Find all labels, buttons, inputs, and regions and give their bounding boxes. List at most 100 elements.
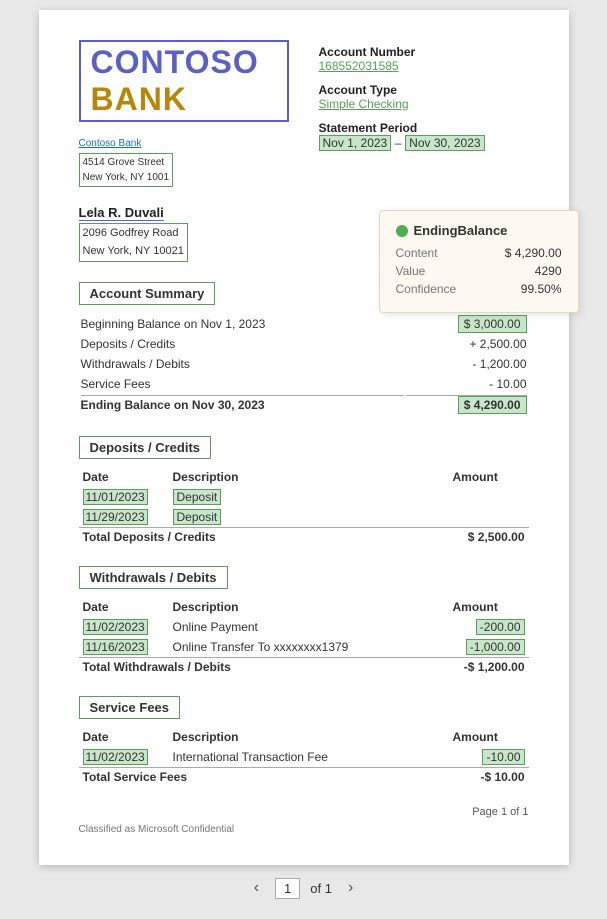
- bank-name-link[interactable]: Contoso Bank: [79, 138, 142, 149]
- table-row: 11/02/2023 Online Payment -200.00: [79, 617, 529, 637]
- summary-label: Service Fees: [81, 375, 405, 393]
- row-desc: Online Payment: [169, 617, 449, 637]
- period-end: Nov 30, 2023: [405, 135, 484, 151]
- account-type-block: Account Type Simple Checking: [319, 83, 529, 111]
- summary-row: Withdrawals / Debits - 1,200.00: [81, 355, 527, 373]
- pagination: ‹ 1 of 1 ›: [248, 877, 360, 899]
- account-number-label: Account Number: [319, 45, 529, 59]
- row-amount: [449, 507, 529, 528]
- account-type-value: Simple Checking: [319, 97, 529, 111]
- withdrawals-col-desc: Description: [169, 597, 449, 617]
- row-date: 11/29/2023: [79, 507, 169, 528]
- deposits-section: Deposits / Credits Date Description Amou…: [79, 436, 529, 546]
- summary-value: - 10.00: [406, 375, 526, 393]
- withdrawals-total-label: Total Withdrawals / Debits: [79, 658, 449, 677]
- deposits-header: Deposits / Credits: [79, 436, 212, 459]
- statement-period-label: Statement Period: [319, 121, 529, 135]
- document-page: CONTOSO BANK Contoso Bank 4514 Grove Str…: [39, 10, 569, 865]
- deposits-table: Date Description Amount 11/01/2023 Depos…: [79, 467, 529, 546]
- confidential-label: Classified as Microsoft Confidential: [79, 824, 529, 835]
- bank-address: 4514 Grove Street New York, NY 1001: [79, 153, 174, 187]
- service-fees-total-row: Total Service Fees -$ 10.00: [79, 768, 529, 787]
- withdrawals-total-row: Total Withdrawals / Debits -$ 1,200.00: [79, 658, 529, 677]
- page-number: Page 1 of 1: [472, 806, 528, 818]
- service-fees-col-amount: Amount: [449, 727, 529, 747]
- tooltip-box: EndingBalance Content $ 4,290.00 Value 4…: [379, 210, 579, 313]
- deposits-col-amount: Amount: [449, 467, 529, 487]
- account-type-label: Account Type: [319, 83, 529, 97]
- row-date: 11/02/2023: [79, 617, 169, 637]
- summary-row: Service Fees - 10.00: [81, 375, 527, 393]
- table-row: 11/01/2023 Deposit: [79, 487, 529, 507]
- table-row: 11/16/2023 Online Transfer To xxxxxxxx13…: [79, 637, 529, 658]
- tooltip-confidence-row: Confidence 99.50%: [396, 282, 562, 296]
- deposits-total-row: Total Deposits / Credits $ 2,500.00: [79, 528, 529, 547]
- withdrawals-col-amount: Amount: [449, 597, 529, 617]
- current-page: 1: [275, 878, 300, 899]
- withdrawals-col-date: Date: [79, 597, 169, 617]
- account-summary-table: Beginning Balance on Nov 1, 2023 $ 3,000…: [79, 313, 529, 416]
- tooltip-value-row: Value 4290: [396, 264, 562, 278]
- service-fees-col-desc: Description: [169, 727, 449, 747]
- deposits-total-label: Total Deposits / Credits: [79, 528, 449, 547]
- logo-bank: BANK: [91, 81, 187, 117]
- row-amount: -200.00: [449, 617, 529, 637]
- tooltip-dot: [396, 225, 408, 237]
- bank-name: Contoso Bank: [79, 136, 289, 151]
- account-summary-header: Account Summary: [79, 282, 216, 305]
- service-fees-table: Date Description Amount 11/02/2023 Inter…: [79, 727, 529, 786]
- bank-logo: CONTOSO BANK: [79, 40, 289, 122]
- row-date: 11/02/2023: [79, 747, 169, 768]
- summary-label: Withdrawals / Debits: [81, 355, 405, 373]
- summary-value: - 1,200.00: [406, 355, 526, 373]
- statement-period-block: Statement Period Nov 1, 2023 – Nov 30, 2…: [319, 121, 529, 150]
- ending-balance-value: $ 4,290.00: [406, 395, 526, 414]
- row-desc: Online Transfer To xxxxxxxx1379: [169, 637, 449, 658]
- tooltip-title: EndingBalance: [396, 223, 562, 238]
- statement-period-value: Nov 1, 2023 – Nov 30, 2023: [319, 135, 529, 150]
- withdrawals-table: Date Description Amount 11/02/2023 Onlin…: [79, 597, 529, 676]
- header-right: Account Number 168552031585 Account Type…: [289, 45, 529, 160]
- period-start: Nov 1, 2023: [319, 135, 392, 151]
- row-amount: -10.00: [449, 747, 529, 768]
- summary-row: Beginning Balance on Nov 1, 2023 $ 3,000…: [81, 315, 527, 333]
- summary-row: Deposits / Credits + 2,500.00: [81, 335, 527, 353]
- withdrawals-header-row: Date Description Amount: [79, 597, 529, 617]
- row-amount: [449, 487, 529, 507]
- ending-balance-row: Ending Balance on Nov 30, 2023 $ 4,290.0…: [81, 395, 527, 414]
- tooltip-content-row: Content $ 4,290.00: [396, 246, 562, 260]
- deposits-col-date: Date: [79, 467, 169, 487]
- summary-label: Beginning Balance on Nov 1, 2023: [81, 315, 405, 333]
- ending-balance-label: Ending Balance on Nov 30, 2023: [81, 395, 405, 414]
- withdrawals-total-amount: -$ 1,200.00: [449, 658, 529, 677]
- next-page-button[interactable]: ›: [342, 877, 359, 899]
- service-fees-col-date: Date: [79, 727, 169, 747]
- prev-page-button[interactable]: ‹: [248, 877, 265, 899]
- service-fees-total-amount: -$ 10.00: [449, 768, 529, 787]
- deposits-header-row: Date Description Amount: [79, 467, 529, 487]
- page-footer: Page 1 of 1: [79, 806, 529, 818]
- service-fees-total-label: Total Service Fees: [79, 768, 449, 787]
- logo-contoso: CONTOSO: [91, 44, 259, 80]
- withdrawals-header: Withdrawals / Debits: [79, 566, 228, 589]
- service-fees-section: Service Fees Date Description Amount 11/…: [79, 696, 529, 786]
- account-number-value: 168552031585: [319, 59, 529, 73]
- customer-address: 2096 Godfrey Road New York, NY 10021: [79, 223, 188, 262]
- row-date: 11/01/2023: [79, 487, 169, 507]
- deposits-col-desc: Description: [169, 467, 449, 487]
- of-pages: of 1: [310, 881, 332, 896]
- row-desc: Deposit: [169, 507, 449, 528]
- row-amount: -1,000.00: [449, 637, 529, 658]
- summary-value: $ 3,000.00: [406, 315, 526, 333]
- ending-value-box: $ 4,290.00: [458, 396, 527, 414]
- service-fees-header-row: Date Description Amount: [79, 727, 529, 747]
- customer-name: Lela R. Duvali: [79, 205, 164, 221]
- table-row: 11/29/2023 Deposit: [79, 507, 529, 528]
- summary-label: Deposits / Credits: [81, 335, 405, 353]
- table-row: 11/02/2023 International Transaction Fee…: [79, 747, 529, 768]
- withdrawals-section: Withdrawals / Debits Date Description Am…: [79, 566, 529, 676]
- summary-value: + 2,500.00: [406, 335, 526, 353]
- row-desc: International Transaction Fee: [169, 747, 449, 768]
- period-dash: –: [395, 136, 402, 150]
- account-number-block: Account Number 168552031585: [319, 45, 529, 73]
